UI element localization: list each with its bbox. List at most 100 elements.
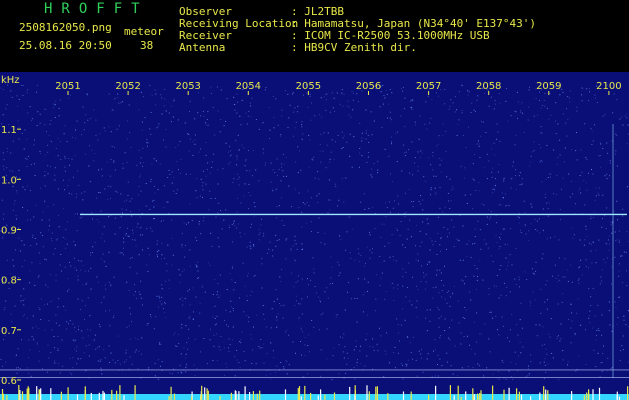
- noise-speck: [203, 170, 205, 172]
- noise-speck: [189, 288, 190, 290]
- noise-speck: [356, 362, 358, 364]
- noise-speck: [450, 365, 452, 367]
- noise-speck: [409, 300, 411, 302]
- noise-speck: [325, 109, 327, 111]
- noise-speck: [393, 352, 395, 354]
- noise-speck: [294, 127, 296, 129]
- noise-speck: [400, 221, 402, 222]
- noise-speck: [263, 313, 265, 315]
- noise-speck: [44, 258, 46, 260]
- noise-speck: [444, 318, 446, 320]
- noise-speck: [462, 135, 464, 136]
- noise-speck: [302, 94, 304, 96]
- noise-speck: [250, 334, 252, 336]
- noise-speck: [331, 139, 333, 141]
- noise-speck: [530, 302, 531, 304]
- noise-speck: [2, 165, 4, 167]
- noise-speck: [289, 104, 291, 106]
- noise-speck: [438, 375, 439, 377]
- noise-speck: [155, 316, 157, 318]
- noise-speck: [362, 311, 364, 313]
- noise-speck: [202, 220, 204, 222]
- noise-speck: [13, 209, 14, 211]
- noise-speck: [280, 134, 282, 135]
- noise-speck: [129, 266, 131, 268]
- noise-speck: [205, 124, 207, 126]
- noise-speck: [590, 243, 592, 245]
- noise-speck: [479, 260, 481, 262]
- noise-speck: [88, 355, 90, 357]
- noise-speck: [359, 260, 361, 262]
- noise-speck: [313, 268, 315, 270]
- noise-speck: [53, 107, 54, 109]
- noise-speck: [310, 279, 312, 281]
- noise-speck: [345, 249, 347, 251]
- noise-speck: [394, 346, 396, 348]
- noise-speck: [214, 278, 216, 280]
- noise-speck: [295, 161, 297, 163]
- noise-speck: [82, 199, 84, 201]
- noise-speck: [179, 364, 181, 366]
- noise-speck: [15, 354, 17, 356]
- noise-speck: [581, 100, 583, 102]
- noise-speck: [226, 324, 227, 326]
- noise-speck: [28, 372, 30, 374]
- noise-speck: [569, 196, 571, 198]
- noise-speck: [512, 161, 514, 163]
- noise-speck: [129, 356, 131, 358]
- noise-speck: [404, 247, 406, 248]
- noise-speck: [128, 368, 130, 370]
- noise-speck: [18, 277, 20, 279]
- noise-speck: [584, 239, 586, 241]
- noise-speck: [333, 97, 335, 99]
- noise-speck: [604, 215, 605, 217]
- noise-speck: [288, 364, 290, 366]
- noise-speck: [415, 259, 417, 261]
- noise-speck: [163, 105, 165, 107]
- noise-speck: [576, 132, 577, 134]
- noise-speck: [355, 345, 357, 347]
- noise-speck: [169, 372, 171, 374]
- noise-speck: [402, 90, 403, 92]
- noise-speck: [16, 190, 18, 192]
- noise-speck: [22, 85, 24, 87]
- noise-speck: [66, 141, 68, 143]
- activity-spike: [201, 385, 203, 400]
- noise-speck: [161, 288, 163, 290]
- noise-speck: [16, 192, 18, 194]
- noise-speck: [498, 248, 500, 250]
- noise-speck: [608, 235, 610, 237]
- noise-speck: [111, 109, 113, 111]
- noise-speck: [128, 235, 130, 237]
- noise-speck: [199, 351, 201, 353]
- noise-speck: [30, 375, 32, 377]
- noise-speck: [344, 346, 346, 348]
- noise-speck: [586, 235, 588, 237]
- noise-speck: [364, 277, 365, 279]
- noise-speck: [288, 117, 290, 119]
- noise-speck: [283, 367, 285, 369]
- noise-speck: [196, 367, 198, 369]
- noise-speck: [6, 104, 8, 106]
- noise-speck: [402, 276, 404, 278]
- noise-speck: [564, 276, 566, 278]
- noise-speck: [615, 133, 617, 135]
- activity-spike: [349, 386, 351, 400]
- noise-speck: [161, 254, 163, 256]
- noise-speck: [297, 280, 299, 282]
- noise-speck: [547, 363, 549, 365]
- noise-speck: [544, 301, 546, 303]
- noise-speck: [119, 252, 121, 254]
- noise-speck: [312, 257, 314, 259]
- noise-speck: [476, 289, 477, 291]
- noise-speck: [207, 111, 209, 113]
- noise-speck: [555, 133, 557, 134]
- noise-speck: [520, 352, 522, 354]
- noise-speck: [364, 208, 366, 210]
- noise-speck: [40, 319, 42, 320]
- noise-speck: [238, 184, 240, 186]
- noise-speck: [117, 97, 119, 98]
- noise-speck: [384, 245, 386, 247]
- noise-speck: [281, 109, 283, 111]
- noise-speck: [345, 177, 347, 179]
